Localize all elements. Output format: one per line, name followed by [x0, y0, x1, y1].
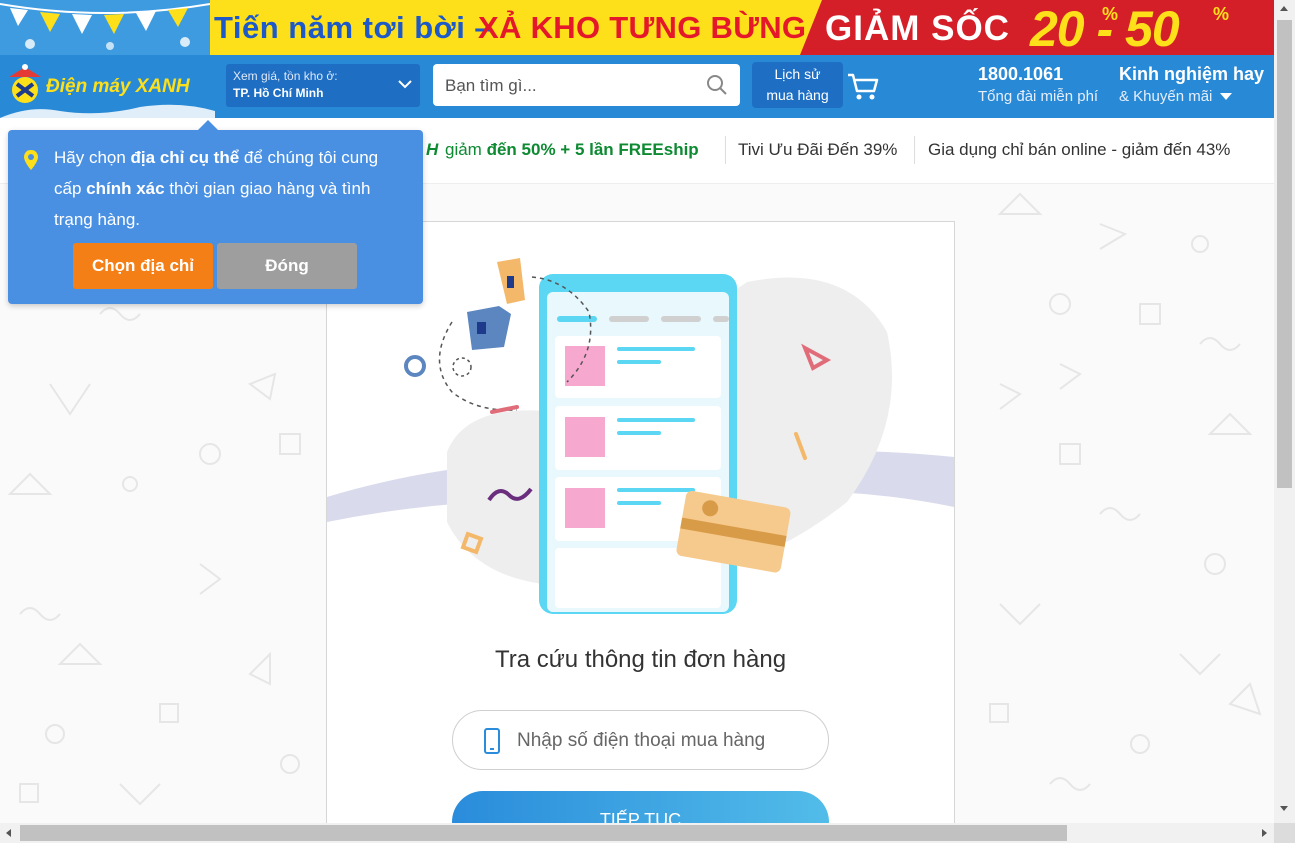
close-popup-button[interactable]: Đóng	[217, 243, 357, 289]
promo-nav-item1-bold: đến 50% + 5 lần FREEship	[486, 140, 699, 159]
logo[interactable]: Điện máy XANH	[0, 55, 215, 118]
popup-arrow	[198, 120, 218, 130]
history-line1: Lịch sử	[774, 66, 821, 82]
site-header: Điện máy XANH Xem giá, tồn kho ở: TP. Hồ…	[0, 55, 1274, 118]
location-value: TP. Hồ Chí Minh	[233, 86, 324, 100]
horizontal-scroll-thumb[interactable]	[20, 825, 1067, 841]
lookup-title: Tra cứu thông tin đơn hàng	[494, 646, 787, 673]
snow-decoration	[0, 104, 215, 118]
scroll-right-arrow[interactable]	[1262, 829, 1267, 837]
promo-banner[interactable]: Tiến năm tơi bời – XẢ KHO TƯNG BỪNG GIẢM…	[0, 0, 1274, 55]
popup-message-bold1: địa chỉ cụ thể	[130, 148, 240, 167]
phone-field	[452, 710, 829, 771]
scroll-down-arrow[interactable]	[1280, 806, 1288, 811]
divider	[914, 136, 915, 164]
promo-nav-item1-text: giảm	[445, 140, 482, 159]
experience-menu[interactable]: Kinh nghiệm hay & Khuyến mãi	[1119, 64, 1264, 105]
promo-nav-item2[interactable]: Tivi Ưu Đãi Đến 39%	[738, 140, 897, 160]
location-label: Xem giá, tồn kho ở:	[233, 69, 338, 83]
history-line2: mua hàng	[766, 87, 829, 103]
location-popup: Hãy chọn địa chỉ cụ thể để chúng tôi cun…	[8, 120, 423, 304]
search-box	[433, 64, 740, 108]
order-lookup-card: Tra cứu thông tin đơn hàng TIẾP TỤC	[326, 221, 955, 833]
phone-icon	[484, 728, 500, 754]
banner-sale-text: GIẢM SỐC	[825, 9, 1010, 48]
divider	[725, 136, 726, 164]
phone-input[interactable]	[515, 711, 809, 771]
hotline-number: 1800.1061	[978, 64, 1064, 84]
scrollbar-corner	[1274, 823, 1295, 843]
search-icon[interactable]	[706, 74, 728, 96]
location-pin-icon	[24, 150, 38, 170]
promo-nav-item3[interactable]: Gia dụng chỉ bán online - giảm đến 43%	[928, 140, 1230, 160]
popup-message-bold2: chính xác	[86, 179, 165, 198]
banner-mid-text: XẢ KHO TƯNG BỪNG	[478, 10, 807, 45]
search-input[interactable]	[433, 64, 707, 108]
vertical-scrollbar[interactable]	[1274, 0, 1295, 823]
experience-title: Kinh nghiệm hay	[1119, 64, 1265, 84]
experience-subtitle: & Khuyến mãi	[1119, 88, 1213, 105]
banner-percent-1: %	[1102, 4, 1119, 24]
banner-left-text: Tiến năm tơi bời –	[214, 10, 493, 45]
popup-message-part1: Hãy chọn	[54, 148, 131, 167]
promo-nav-item1[interactable]: giảm đến 50% + 5 lần FREEship	[445, 140, 699, 160]
scroll-left-arrow[interactable]	[6, 829, 11, 837]
bunting-flags-decoration	[0, 0, 210, 55]
scroll-up-arrow[interactable]	[1280, 6, 1288, 11]
hotline-label: Tổng đài miễn phí	[978, 88, 1099, 105]
hotline[interactable]: 1800.1061 Tổng đài miễn phí	[978, 64, 1098, 105]
logo-text: Điện máy XANH	[46, 76, 190, 97]
popup-message: Hãy chọn địa chỉ cụ thể để chúng tôi cun…	[54, 142, 409, 235]
chevron-down-icon	[398, 80, 412, 89]
order-history-button[interactable]: Lịch sử mua hàng	[752, 62, 843, 108]
caret-down-icon	[1219, 93, 1232, 100]
vertical-scroll-thumb[interactable]	[1277, 20, 1292, 488]
promo-nav-item1-prefix: H	[426, 140, 439, 159]
choose-address-button[interactable]: Chọn địa chỉ	[73, 243, 213, 289]
cart-icon[interactable]	[847, 72, 879, 102]
location-selector[interactable]: Xem giá, tồn kho ở: TP. Hồ Chí Minh	[226, 64, 420, 107]
banner-percent-2: %	[1213, 4, 1230, 24]
horizontal-scrollbar[interactable]	[0, 823, 1274, 843]
